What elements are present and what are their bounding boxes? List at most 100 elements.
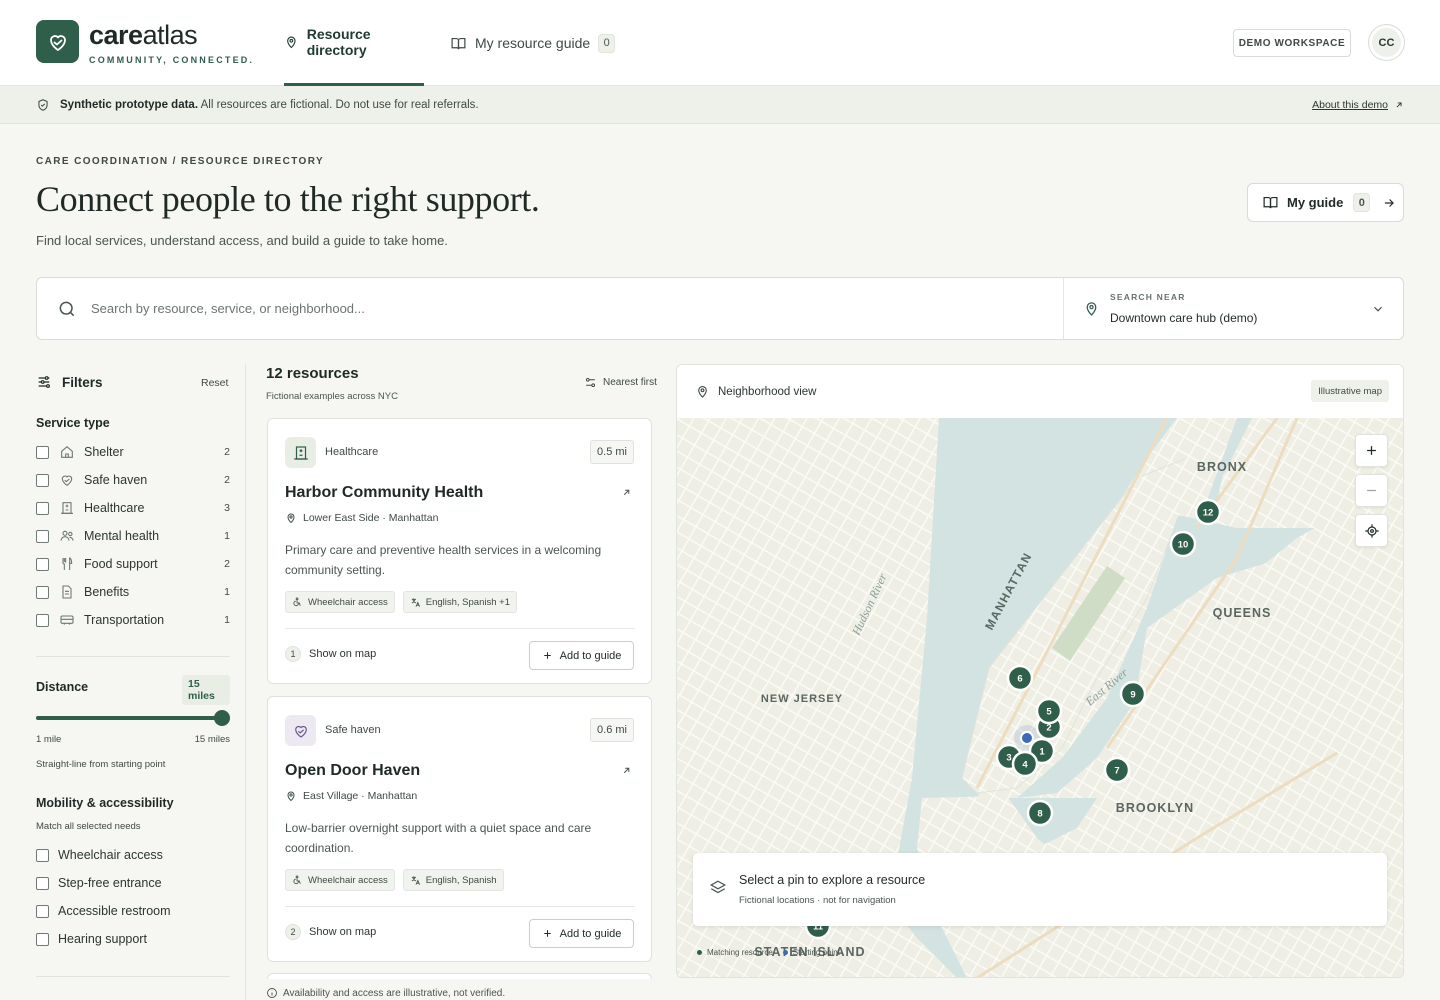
checkbox[interactable] <box>36 613 49 627</box>
tag-label: Wheelchair access <box>308 596 388 608</box>
breadcrumb: CARE COORDINATION / RESOURCE DIRECTORY <box>36 156 325 167</box>
heart-hands-icon <box>285 715 316 746</box>
resource-card[interactable]: Safe haven 0.6 mi Open Door Haven East V… <box>267 696 652 962</box>
filter-wheelchair-access[interactable]: Wheelchair access <box>36 845 230 865</box>
card-category: Healthcare <box>325 446 379 458</box>
slider-thumb[interactable] <box>214 710 230 726</box>
search-near-select[interactable]: SEARCH NEAR Downtown care hub (demo) <box>1065 278 1403 339</box>
card-location: East Village · Manhattan <box>285 790 417 802</box>
show-on-map-label: Show on map <box>309 926 377 938</box>
checkbox[interactable] <box>36 932 49 946</box>
map-legend: Matching resource Starting point <box>697 948 840 957</box>
card-location: Lower East Side · Manhattan <box>285 512 438 524</box>
search-bar: SEARCH NEAR Downtown care hub (demo) <box>36 277 1404 340</box>
divider <box>36 656 230 657</box>
card-location-text: East Village · Manhattan <box>303 790 418 802</box>
slider-fill <box>36 716 222 720</box>
zoom-in-button[interactable] <box>1355 434 1388 467</box>
page-title: Connect people to the right support. <box>36 179 540 219</box>
about-demo-link[interactable]: About this demo <box>1312 99 1404 111</box>
heart-hands-icon <box>58 472 75 489</box>
filter-label: Transportation <box>84 613 165 627</box>
starting-point-marker <box>1020 731 1034 745</box>
results-count: 12 resources <box>266 365 359 382</box>
checkbox[interactable] <box>36 473 49 487</box>
map-pin-5[interactable]: 5 <box>1035 697 1063 725</box>
arrow-up-right-icon <box>1396 101 1402 107</box>
filter-accessible-restroom[interactable]: Accessible restroom <box>36 901 230 921</box>
checkbox[interactable] <box>36 529 49 543</box>
brand-name-bold: care <box>89 20 143 50</box>
distance-min-label: 1 mile <box>36 734 62 745</box>
filter-safe-haven[interactable]: Safe haven 2 <box>36 470 230 490</box>
map-info-title: Select a pin to explore a resource <box>739 873 926 887</box>
tab-resource-directory[interactable]: Resource directory <box>284 0 424 86</box>
my-guide-button[interactable]: My guide 0 <box>1247 183 1404 222</box>
zoom-out-button[interactable] <box>1355 474 1388 507</box>
my-guide-count: 0 <box>1353 193 1371 212</box>
filter-hearing-support[interactable]: Hearing support <box>36 929 230 949</box>
search-input[interactable] <box>91 301 991 316</box>
access-tag: Wheelchair access <box>285 591 395 613</box>
filter-healthcare[interactable]: Healthcare 3 <box>36 498 230 518</box>
filter-transportation[interactable]: Transportation 1 <box>36 610 230 630</box>
tab-my-resource-guide[interactable]: My resource guide 0 <box>450 0 616 86</box>
filter-mental-health[interactable]: Mental health 1 <box>36 526 230 546</box>
prototype-notice: Synthetic prototype data. All resources … <box>0 86 1440 124</box>
language-tag: English, Spanish <box>402 869 504 891</box>
checkbox[interactable] <box>36 876 49 890</box>
checkbox[interactable] <box>36 445 49 459</box>
tag-label: English, Spanish +1 <box>425 596 510 608</box>
filter-benefits[interactable]: Benefits 1 <box>36 582 230 602</box>
checkbox[interactable] <box>36 848 49 862</box>
map-pin-10[interactable]: 10 <box>1169 530 1197 558</box>
avatar[interactable]: CC <box>1368 24 1405 61</box>
map-label-brooklyn: BROOKLYN <box>1116 801 1194 815</box>
add-to-guide-button[interactable]: Add to guide <box>529 641 634 670</box>
home-icon <box>58 444 75 461</box>
map-pin-8[interactable]: 8 <box>1026 799 1054 827</box>
external-link-icon[interactable] <box>621 487 632 498</box>
checkbox[interactable] <box>36 904 49 918</box>
map-pin-9[interactable]: 9 <box>1119 680 1147 708</box>
sort-button[interactable]: Nearest first <box>584 376 657 389</box>
card-title[interactable]: Open Door Haven <box>285 762 420 780</box>
map-title: Neighborhood view <box>695 384 816 399</box>
map-pin-7[interactable]: 7 <box>1103 756 1131 784</box>
brand-name[interactable]: careatlas <box>89 20 198 51</box>
resource-card[interactable] <box>267 973 652 979</box>
checkbox[interactable] <box>36 557 49 571</box>
map-pin-4[interactable]: 4 <box>1011 750 1039 778</box>
resource-card[interactable]: Healthcare 0.5 mi Harbor Community Healt… <box>267 418 652 684</box>
filter-label: Mental health <box>84 529 160 543</box>
add-to-guide-button[interactable]: Add to guide <box>529 919 634 948</box>
card-distance: 0.6 mi <box>590 718 634 742</box>
checkbox[interactable] <box>36 501 49 515</box>
translate-icon <box>411 597 420 607</box>
map-title-label: Neighborhood view <box>718 385 817 398</box>
demo-workspace-button[interactable]: DEMO WORKSPACE <box>1233 29 1351 57</box>
map-pin-label: 10 <box>1178 540 1189 551</box>
filter-step-free-entrance[interactable]: Step-free entrance <box>36 873 230 893</box>
brand-name-light: atlas <box>142 20 198 50</box>
pin-number: 1 <box>285 646 301 662</box>
legend-matching: Matching resource <box>697 948 773 957</box>
reset-filters-button[interactable]: Reset <box>201 377 228 389</box>
distance-slider[interactable] <box>36 710 230 726</box>
show-on-map-button[interactable]: 2 Show on map <box>285 924 376 940</box>
card-title[interactable]: Harbor Community Health <box>285 484 483 502</box>
panel-divider <box>245 364 246 1000</box>
checkbox[interactable] <box>36 585 49 599</box>
locate-button[interactable] <box>1355 514 1388 547</box>
external-link-icon[interactable] <box>621 765 632 776</box>
map-pin-12[interactable]: 12 <box>1194 498 1222 526</box>
map-label-bronx: BRONX <box>1197 460 1247 474</box>
filter-food-support[interactable]: Food support 2 <box>36 554 230 574</box>
card-description: Primary care and preventive health servi… <box>285 543 602 577</box>
minus-icon <box>1367 489 1376 492</box>
filter-shelter[interactable]: Shelter 2 <box>36 442 230 462</box>
map-pin-6[interactable]: 6 <box>1006 664 1034 692</box>
logo-icon[interactable] <box>36 20 79 63</box>
pin-number: 2 <box>285 924 301 940</box>
show-on-map-button[interactable]: 1 Show on map <box>285 646 376 662</box>
